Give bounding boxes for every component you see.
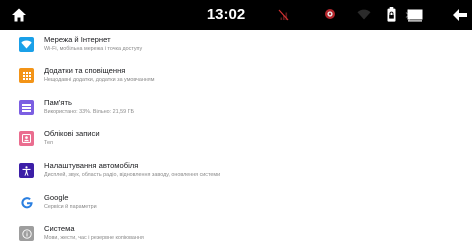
settings-item-accounts[interactable]: Облікові записи Тел bbox=[0, 124, 472, 155]
settings-item-title: Налаштування автомобіля bbox=[44, 161, 139, 170]
settings-item-subtitle: Дисплей, звук, область радіо, відновленн… bbox=[44, 171, 221, 178]
settings-item-google[interactable]: Google Сервіси й параметри bbox=[0, 188, 472, 219]
google-icon bbox=[19, 195, 34, 210]
settings-item-system[interactable]: Система Мови, жести, час і резервне копі… bbox=[0, 219, 472, 250]
location-icon bbox=[323, 7, 337, 21]
settings-item-network[interactable]: Мережа й Інтернет Wi-Fi, мобільна мережа… bbox=[0, 30, 472, 61]
battery-lock-icon bbox=[386, 6, 396, 23]
home-icon[interactable] bbox=[10, 6, 28, 24]
settings-item-storage[interactable]: Пам'ять Використано: 33%. Вільно: 21,59 … bbox=[0, 93, 472, 124]
back-arrow-icon[interactable] bbox=[451, 6, 469, 24]
settings-item-title: Мережа й Інтернет bbox=[44, 35, 111, 44]
wifi-icon bbox=[19, 37, 34, 52]
settings-item-subtitle: Сервіси й параметри bbox=[44, 203, 97, 210]
apps-grid-icon bbox=[19, 68, 34, 83]
storage-icon bbox=[19, 100, 34, 115]
settings-item-subtitle: Використано: 33%. Вільно: 21,59 ГБ bbox=[44, 108, 135, 115]
settings-item-apps[interactable]: Додатки та сповіщення Нещодавні додатки,… bbox=[0, 61, 472, 92]
settings-item-subtitle: Нещодавні додатки, додатки за умовчанням bbox=[44, 76, 155, 83]
settings-item-subtitle: Мови, жести, час і резервне копіювання bbox=[44, 234, 144, 241]
account-icon bbox=[19, 131, 34, 146]
accessibility-icon bbox=[19, 163, 34, 178]
settings-item-title: Пам'ять bbox=[44, 98, 72, 107]
no-sim-icon bbox=[277, 8, 289, 22]
info-icon bbox=[19, 226, 34, 241]
clock: 13:02 bbox=[206, 6, 246, 23]
settings-item-subtitle: Wi-Fi, мобільна мережа і точка доступу bbox=[44, 45, 143, 52]
wifi-icon bbox=[357, 8, 371, 21]
settings-item-subtitle: Тел bbox=[44, 139, 53, 146]
screen-icon[interactable] bbox=[405, 7, 425, 23]
settings-item-title: Система bbox=[44, 224, 75, 233]
settings-item-title: Google bbox=[44, 193, 69, 202]
settings-item-vehicle[interactable]: Налаштування автомобіля Дисплей, звук, о… bbox=[0, 156, 472, 187]
settings-item-title: Облікові записи bbox=[44, 129, 100, 138]
settings-item-title: Додатки та сповіщення bbox=[44, 66, 126, 75]
status-bar: 13:02 bbox=[0, 0, 472, 30]
